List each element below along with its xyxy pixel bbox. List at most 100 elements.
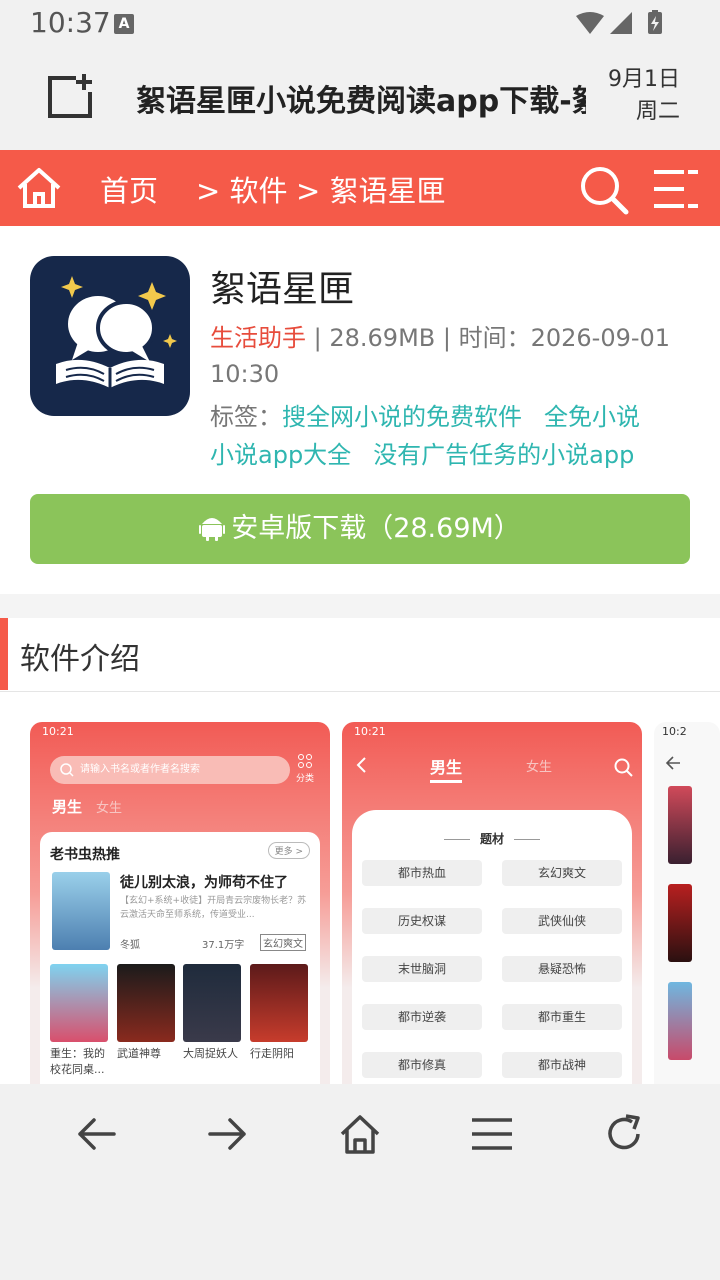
home-icon[interactable] <box>16 166 62 210</box>
new-tab-icon[interactable] <box>46 72 94 120</box>
nav-home-link[interactable]: 首页 <box>100 168 158 210</box>
book-chat-logo-icon <box>56 276 177 388</box>
status-time: 10:37 <box>30 6 111 39</box>
app-screenshot-1[interactable]: 10:21 请输入书名或者作者名搜索 分类 男生 女生 老书虫热推 更多 > 徒儿… <box>30 722 330 1084</box>
status-bar: 10:37 A <box>0 0 720 46</box>
meta-separator: | <box>435 324 459 352</box>
app-name: 絮语星匣 <box>210 269 355 310</box>
app-tags: 标签：搜全网小说的免费软件 全免小说 小说app大全 没有广告任务的小说app <box>210 398 690 474</box>
mini-genre-button: 玄幻爽文 <box>502 860 622 886</box>
mini-search-bar: 请输入书名或者作者名搜索 <box>50 756 290 784</box>
bottom-spacer <box>0 1184 720 1280</box>
back-arrow-icon[interactable] <box>74 1112 118 1156</box>
mini-genre-button: 都市修真 <box>362 1052 482 1078</box>
page-title[interactable]: 絮语星匣小说免费阅读app下载-絮 <box>136 76 586 120</box>
mini-book-cover <box>668 884 692 962</box>
grid-icon <box>298 754 312 768</box>
mini-book-cover <box>250 964 308 1042</box>
mini-tab-female: 女生 <box>96 801 123 816</box>
app-category[interactable]: 生活助手 <box>210 324 306 352</box>
mini-status-time: 10:21 <box>42 725 74 738</box>
mini-small-book-title: 重生：我的校花同桌... <box>50 1047 105 1076</box>
android-download-button[interactable]: 安卓版下载（28.69M） <box>30 494 690 564</box>
home-icon[interactable] <box>338 1112 382 1156</box>
mini-back-arrow-icon <box>665 756 680 770</box>
nav-app-link[interactable]: > 絮语星匣 <box>296 168 446 210</box>
screenshot-carousel[interactable]: 10:21 请输入书名或者作者名搜索 分类 男生 女生 老书虫热推 更多 > 徒儿… <box>30 722 720 1084</box>
mini-small-book-title: 大周捉妖人 <box>183 1047 238 1060</box>
time-label: 时间： <box>458 324 531 352</box>
refresh-icon[interactable] <box>602 1112 646 1156</box>
mini-book-author: 冬狐 <box>120 940 140 951</box>
app-icon <box>30 256 190 416</box>
nav-software-link[interactable]: > 软件 <box>196 168 288 210</box>
tag-link[interactable]: 全免小说 <box>544 403 640 431</box>
mini-genre-panel: 题材 都市热血 玄幻爽文 历史权谋 武侠仙侠 末世脑洞 悬疑恐怖 都市逆袭 都市… <box>352 810 632 1084</box>
mini-genre-button: 武侠仙侠 <box>502 908 622 934</box>
menu-icon[interactable] <box>652 168 700 210</box>
mini-genre-button: 末世脑洞 <box>362 956 482 982</box>
mini-recommend-card: 老书虫热推 更多 > 徒儿别太浪，为师苟不住了 【玄幻+系统+收徒】开局青云宗废… <box>40 832 320 1084</box>
mini-small-book-title: 行走阴阳 <box>250 1047 294 1060</box>
mini-more-link: 更多 > <box>267 842 310 859</box>
mini-search-icon <box>60 763 74 777</box>
app-screenshot-3[interactable]: 10:2 <box>654 722 720 1084</box>
mini-back-icon <box>356 757 366 773</box>
mini-category-label: 分类 <box>296 774 315 784</box>
app-size: 28.69MB <box>329 324 436 352</box>
mini-small-book-title: 武道神尊 <box>117 1047 161 1060</box>
menu-icon[interactable] <box>470 1112 514 1156</box>
app-screenshot-2[interactable]: 10:21 男生 女生 题材 都市热血 玄幻爽文 历史权谋 武侠仙侠 末世脑洞 … <box>342 722 642 1084</box>
browser-toolbar: 絮语星匣小说免费阅读app下载-絮 9月1日 周二 <box>0 46 720 150</box>
intro-section-header: 软件介绍 <box>0 618 720 692</box>
forward-arrow-icon[interactable] <box>206 1112 250 1156</box>
mini-book-title: 徒儿别太浪，为师苟不住了 <box>120 875 288 891</box>
mini-genre-button: 都市热血 <box>362 860 482 886</box>
mini-status-time: 10:2 <box>662 725 687 738</box>
app-date: 2026-09-01 <box>530 324 671 352</box>
mini-book-cover <box>668 786 692 864</box>
mini-status-time: 10:21 <box>354 725 386 738</box>
download-label: 安卓版下载（28.69M） <box>231 513 521 544</box>
search-icon[interactable] <box>578 164 630 216</box>
mini-book-cover <box>52 872 110 950</box>
mini-book-cover <box>668 982 692 1060</box>
app-meta: 生活助手 | 28.69MB | 时间：2026-09-01 10:30 <box>210 320 680 392</box>
section-accent-bar <box>0 618 8 690</box>
date-text: 9月1日 <box>608 67 680 92</box>
tag-link[interactable]: 搜全网小说的免费软件 <box>282 403 522 431</box>
mini-book-cover <box>183 964 241 1042</box>
meta-separator: | <box>313 324 330 352</box>
section-divider <box>0 594 720 618</box>
weekday-text: 周二 <box>635 99 680 124</box>
mini-category: 分类 <box>296 754 314 784</box>
mini-book-cover <box>117 964 175 1042</box>
browser-bottom-bar <box>0 1084 720 1184</box>
mini-book-genre: 玄幻爽文 <box>260 934 306 951</box>
mini-genre-button: 悬疑恐怖 <box>502 956 622 982</box>
mini-card-title: 老书虫热推 <box>50 847 120 863</box>
site-navbar: 首页 > 软件 > 絮语星匣 <box>0 150 720 226</box>
date-display: 9月1日 周二 <box>608 64 680 128</box>
app-time: 10:30 <box>210 360 280 388</box>
mini-genre-button: 都市重生 <box>502 1004 622 1030</box>
android-icon <box>199 517 226 541</box>
mini-gender-tabs: 男生 女生 <box>52 796 122 817</box>
mini-genre-button: 都市战神 <box>502 1052 622 1078</box>
mini-book-desc: 【玄幻+系统+收徒】开局青云宗废物长老？苏云激活天命至师系统，传道受业... <box>120 896 307 920</box>
mini-book-words: 37.1万字 <box>202 940 245 951</box>
mini-book-cover <box>50 964 108 1042</box>
mini-genre-title: 题材 <box>352 830 632 847</box>
tag-link[interactable]: 没有广告任务的小说app <box>373 441 634 469</box>
tag-link[interactable]: 小说app大全 <box>210 441 351 469</box>
accessibility-badge-icon: A <box>114 14 134 34</box>
mini-genre-button: 都市逆袭 <box>362 1004 482 1030</box>
mini-tab-female: 女生 <box>526 760 553 775</box>
section-title: 软件介绍 <box>20 642 140 677</box>
main-content: 絮语星匣 生活助手 | 28.69MB | 时间：2026-09-01 10:3… <box>0 226 720 1084</box>
mini-genre-button: 历史权谋 <box>362 908 482 934</box>
signal-wifi-battery-icon <box>576 10 662 34</box>
mini-tab-male: 男生 <box>52 798 83 816</box>
mini-tab-male: 男生 <box>430 754 463 783</box>
status-icons <box>574 10 670 40</box>
